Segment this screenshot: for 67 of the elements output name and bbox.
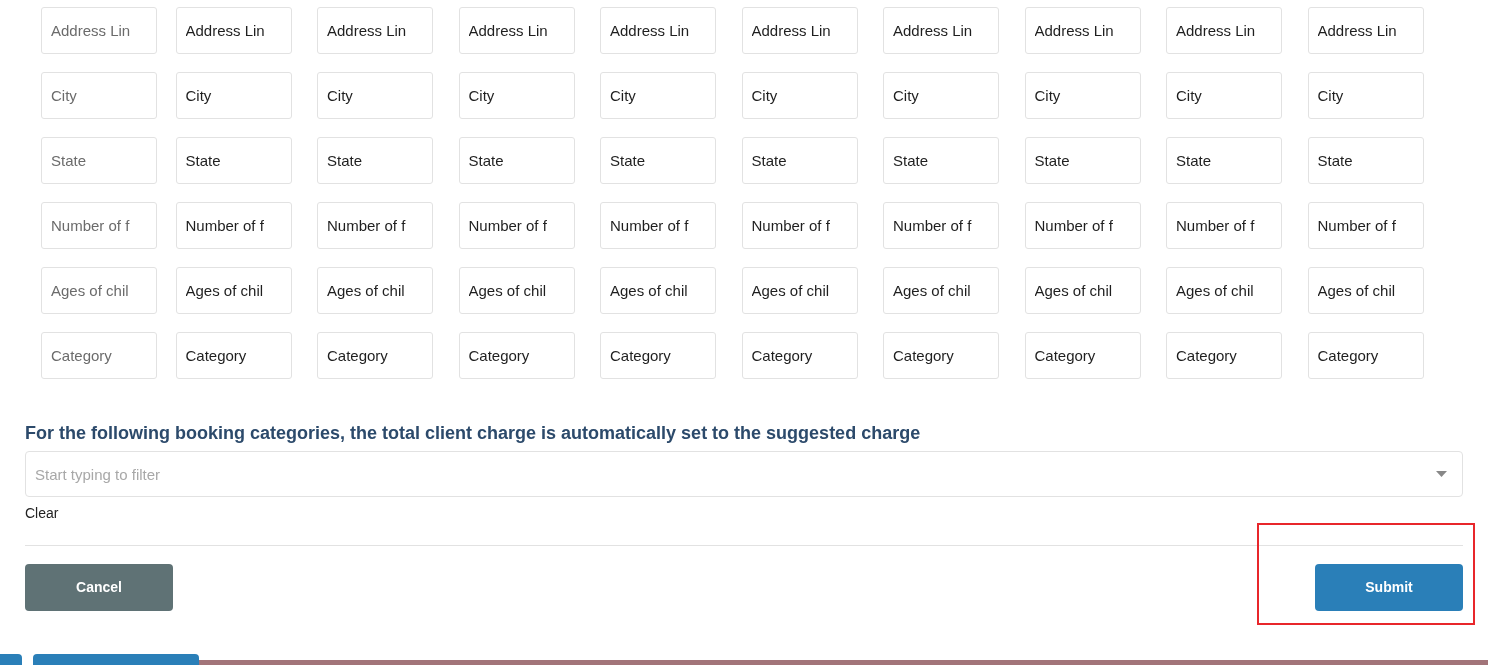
input-field[interactable]: Number of f	[600, 202, 716, 249]
clear-link[interactable]: Clear	[25, 505, 59, 521]
input-field[interactable]: Address Lin	[317, 7, 433, 54]
input-field[interactable]: State	[600, 137, 716, 184]
input-field[interactable]: City	[1307, 72, 1424, 119]
input-field[interactable]: Category	[458, 332, 575, 379]
input-field[interactable]: Address Lin	[741, 7, 858, 54]
input-field[interactable]: State	[741, 137, 858, 184]
input-field[interactable]: Address Lin	[600, 7, 716, 54]
input-field[interactable]: Category	[1166, 332, 1282, 379]
cancel-button[interactable]: Cancel	[25, 564, 173, 611]
input-field[interactable]: Category	[883, 332, 999, 379]
input-field[interactable]: Ages of chil	[175, 267, 292, 314]
input-field[interactable]: City	[41, 72, 157, 119]
input-field[interactable]: Ages of chil	[317, 267, 433, 314]
input-field[interactable]: Number of f	[458, 202, 575, 249]
dropdown-caret-icon	[1436, 471, 1447, 477]
input-field[interactable]: Number of f	[1024, 202, 1141, 249]
category-filter-dropdown[interactable]: Start typing to filter	[25, 451, 1463, 497]
input-field[interactable]: City	[741, 72, 858, 119]
input-field[interactable]: Number of f	[741, 202, 858, 249]
input-field[interactable]: City	[600, 72, 716, 119]
input-field[interactable]: Number of f	[1166, 202, 1282, 249]
tab-strip	[0, 654, 22, 665]
input-field[interactable]: Ages of chil	[41, 267, 157, 314]
input-field[interactable]: State	[1024, 137, 1141, 184]
input-field[interactable]: Category	[1024, 332, 1141, 379]
input-field[interactable]: State	[317, 137, 433, 184]
input-field[interactable]: Address Lin	[1307, 7, 1424, 54]
input-field[interactable]: Ages of chil	[600, 267, 716, 314]
input-field[interactable]: Category	[1307, 332, 1424, 379]
input-field[interactable]: Address Lin	[175, 7, 292, 54]
input-field[interactable]: Number of f	[317, 202, 433, 249]
input-field[interactable]: Ages of chil	[458, 267, 575, 314]
input-field[interactable]: Category	[741, 332, 858, 379]
input-field[interactable]: Address Lin	[1166, 7, 1282, 54]
submit-button[interactable]: Submit	[1315, 564, 1463, 611]
input-field[interactable]: Address Lin	[1024, 7, 1141, 54]
input-field[interactable]: Ages of chil	[883, 267, 999, 314]
input-field[interactable]: Number of f	[883, 202, 999, 249]
input-field[interactable]: State	[458, 137, 575, 184]
input-field[interactable]: Address Lin	[458, 7, 575, 54]
input-field[interactable]: Category	[175, 332, 292, 379]
input-field[interactable]: City	[1166, 72, 1282, 119]
input-field[interactable]: City	[175, 72, 292, 119]
input-field[interactable]: Address Lin	[41, 7, 157, 54]
input-field[interactable]: Category	[600, 332, 716, 379]
input-field[interactable]: Number of f	[175, 202, 292, 249]
input-field[interactable]: State	[1166, 137, 1282, 184]
input-field[interactable]: State	[1307, 137, 1424, 184]
input-field[interactable]: State	[175, 137, 292, 184]
input-field[interactable]: Ages of chil	[1166, 267, 1282, 314]
input-field[interactable]: City	[1024, 72, 1141, 119]
input-field[interactable]: Ages of chil	[1307, 267, 1424, 314]
input-field[interactable]: Number of f	[41, 202, 157, 249]
input-field[interactable]: City	[883, 72, 999, 119]
input-field[interactable]: City	[458, 72, 575, 119]
input-field[interactable]: Ages of chil	[1024, 267, 1141, 314]
input-field[interactable]: State	[41, 137, 157, 184]
input-field[interactable]: State	[883, 137, 999, 184]
input-field[interactable]: Ages of chil	[741, 267, 858, 314]
input-field[interactable]: Category	[41, 332, 157, 379]
input-field[interactable]: Category	[317, 332, 433, 379]
input-field[interactable]: Address Lin	[883, 7, 999, 54]
input-field[interactable]: Number of f	[1307, 202, 1424, 249]
section-heading: For the following booking categories, the total client charge is automatically set to the suggested charge	[25, 422, 922, 445]
input-field[interactable]: City	[317, 72, 433, 119]
